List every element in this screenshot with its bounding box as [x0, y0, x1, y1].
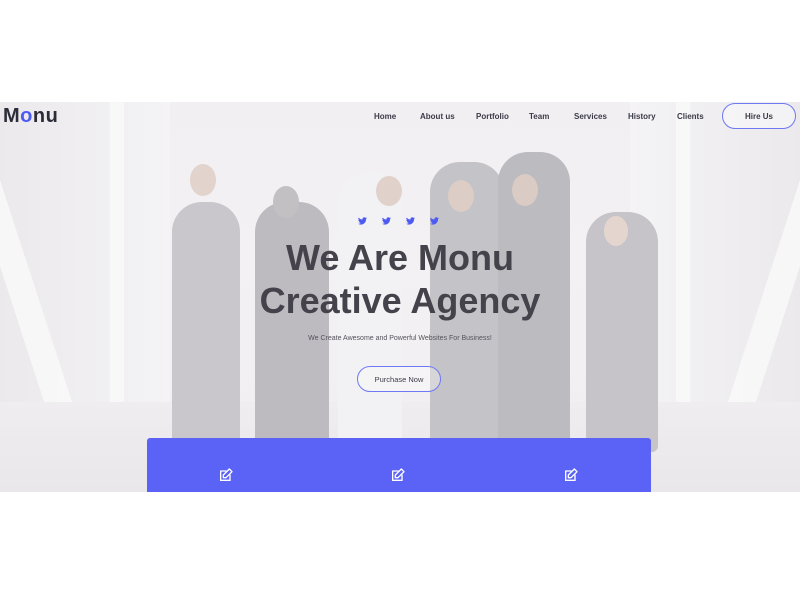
landing-page: Monu Home About us Portfolio Team Servic… — [0, 102, 800, 492]
purchase-now-button[interactable]: Purchase Now — [357, 366, 441, 392]
edit-icon[interactable] — [563, 467, 579, 483]
nav-item-home[interactable]: Home — [374, 112, 396, 121]
edit-icon[interactable] — [218, 467, 234, 483]
hire-us-button[interactable]: Hire Us — [722, 103, 796, 129]
nav-item-portfolio[interactable]: Portfolio — [476, 112, 509, 121]
hero-subtitle: We Create Awesome and Powerful Websites … — [308, 335, 492, 342]
main-nav: Home About us Portfolio Team Services Hi… — [0, 112, 800, 132]
edit-icon[interactable] — [390, 467, 406, 483]
person-head — [376, 176, 402, 206]
person-head — [190, 164, 216, 196]
hero-title-line2: Creative Agency — [259, 280, 541, 321]
nav-item-clients[interactable]: Clients — [677, 112, 704, 121]
person-head — [273, 186, 299, 218]
nav-item-team[interactable]: Team — [529, 112, 549, 121]
twitter-icon[interactable] — [381, 216, 391, 226]
twitter-icon[interactable] — [357, 216, 367, 226]
person-head — [512, 174, 538, 206]
twitter-icon[interactable] — [405, 216, 415, 226]
social-links — [357, 216, 439, 226]
twitter-icon[interactable] — [429, 216, 439, 226]
hero-title-line1: We Are Monu — [285, 237, 514, 278]
nav-item-history[interactable]: History — [628, 112, 656, 121]
nav-item-about-us[interactable]: About us — [420, 112, 455, 121]
person-head — [448, 180, 474, 212]
nav-item-services[interactable]: Services — [574, 112, 607, 121]
features-panel — [147, 438, 651, 492]
